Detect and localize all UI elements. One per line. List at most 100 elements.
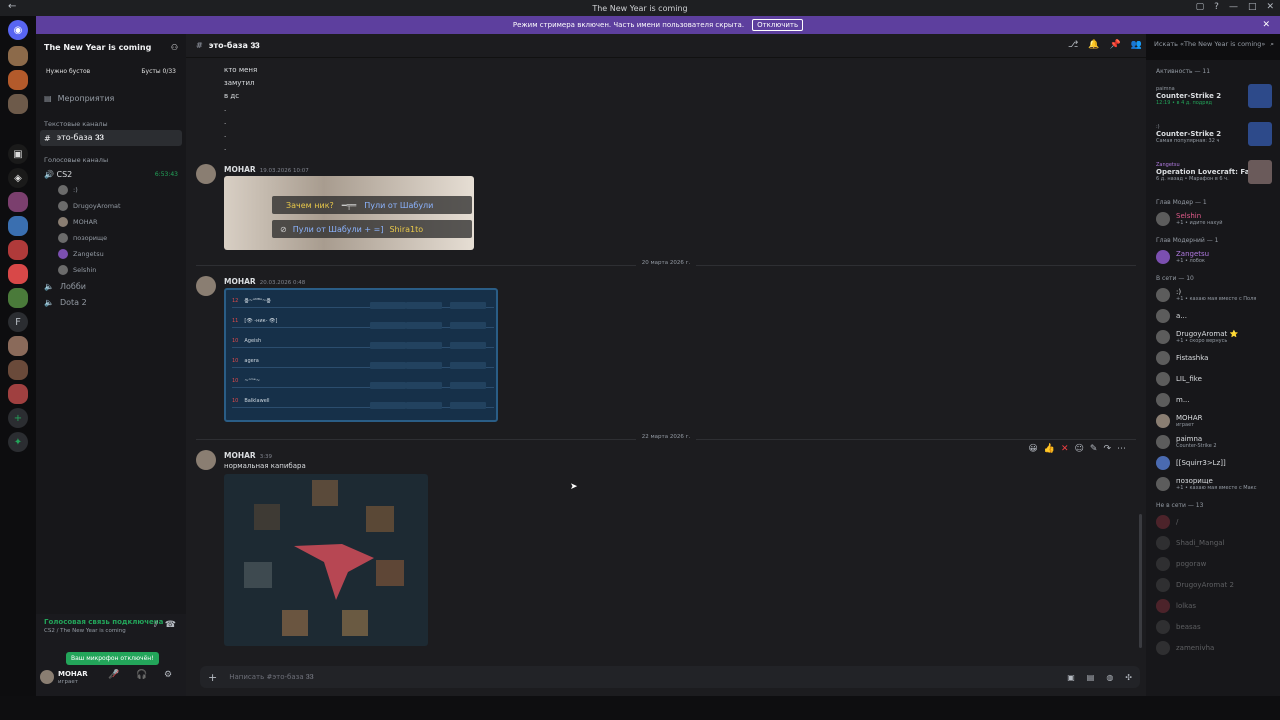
pin-icon[interactable]: 📌 (1110, 40, 1121, 50)
member-row[interactable]: LIL_fike (1146, 368, 1280, 389)
voice-user[interactable]: позорище (36, 230, 186, 246)
activity-card[interactable]: :) Counter-Strike 2 Самая популярная: 32… (1146, 115, 1280, 153)
radar-chart-image (244, 480, 404, 636)
voice-user[interactable]: Selshin (36, 262, 186, 278)
member-name: paimna (1176, 434, 1203, 443)
voice-status[interactable]: Голосовая связь подключена (44, 618, 163, 626)
server-icon[interactable] (8, 336, 28, 356)
thumbs-up-icon[interactable]: 👍 (1044, 444, 1055, 454)
discord-home-icon[interactable]: ◉ (8, 20, 28, 40)
server-icon[interactable] (8, 70, 28, 90)
member-row[interactable]: beasas (1146, 616, 1280, 637)
server-icon[interactable] (8, 216, 28, 236)
activity-meta: 12:19 • в 4 д. подряд (1156, 100, 1212, 106)
voice-user[interactable]: MOHAR (36, 214, 186, 230)
explore-icon[interactable]: ✦ (8, 432, 28, 452)
member-row[interactable]: m... (1146, 389, 1280, 410)
member-row[interactable]: Selshin +1 • идите нахуй (1146, 208, 1280, 229)
add-server-icon[interactable]: + (8, 408, 28, 428)
add-attachment-icon[interactable]: + (208, 671, 217, 684)
message-composer[interactable]: + Написать #это-база 𝟑𝟑 ▣ ▤ ◍ ✣ (200, 666, 1140, 688)
author-name[interactable]: MOHAR (224, 165, 256, 174)
inbox-icon[interactable]: ▢ (1196, 2, 1205, 12)
member-row[interactable]: a... (1146, 305, 1280, 326)
avatar[interactable] (40, 670, 54, 684)
close-banner-icon[interactable]: ✕ (1262, 20, 1270, 30)
activity-card[interactable]: paimna Counter-Strike 2 12:19 • в 4 д. п… (1146, 77, 1280, 115)
edit-icon[interactable]: ✎ (1090, 444, 1098, 454)
member-row[interactable]: DrugoyAromat 2 (1146, 574, 1280, 595)
server-icon[interactable] (8, 46, 28, 66)
server-icon[interactable] (8, 240, 28, 260)
maximize-icon[interactable]: □ (1248, 2, 1257, 12)
server-icon[interactable]: F (8, 312, 28, 332)
text-category[interactable]: Текстовые каналы (36, 114, 186, 130)
attachment-image[interactable] (224, 474, 428, 646)
avatar[interactable] (196, 276, 216, 296)
server-icon[interactable] (8, 360, 28, 380)
server-icon[interactable] (8, 94, 28, 114)
member-row[interactable]: DrugoyAromat ⭐ +1 • скоро вернусь (1146, 326, 1280, 347)
server-icon[interactable] (8, 288, 28, 308)
member-row[interactable]: paimna Counter-Strike 2 (1146, 431, 1280, 452)
member-row[interactable]: [[Squirr3>Lz]] (1146, 452, 1280, 473)
author-name[interactable]: MOHAR (224, 277, 256, 286)
search-input[interactable]: Искать «The New Year is coming» ⌕ (1154, 40, 1274, 54)
member-row[interactable]: Zangetsu +1 • лобок (1146, 246, 1280, 267)
noise-icon[interactable]: ⫽ (154, 620, 158, 630)
channel-active[interactable]: # это-база 𝟑𝟑 (40, 130, 182, 146)
add-reaction-icon[interactable]: ☺ (1075, 444, 1084, 454)
emoji-reaction-icon[interactable]: 😀 (1028, 444, 1037, 454)
activity-card[interactable]: Zangetsu Operation Lovecraft: Falle... 6… (1146, 153, 1280, 191)
server-icon[interactable] (8, 192, 28, 212)
avatar[interactable] (196, 450, 216, 470)
voice-channel-dota[interactable]: 🔈 Dota 2 (36, 294, 186, 310)
voice-channel-cs2[interactable]: 🔊 CS2 6:53:43 (36, 166, 186, 182)
server-icon[interactable]: ◈ (8, 168, 28, 188)
avatar[interactable] (196, 164, 216, 184)
mic-muted-icon[interactable]: 🎤̸ (108, 670, 119, 680)
add-member-icon[interactable]: ⚇ (171, 43, 178, 52)
boost-bar[interactable]: Нужно бустов Бусты 0/33 (42, 64, 180, 78)
member-row[interactable]: / (1146, 511, 1280, 532)
server-header[interactable]: The New Year is coming ⚇ (36, 34, 186, 60)
attachment-image[interactable]: 12 ꙮ~ᴬᴹᴮᴬ~ꙮ 11 [👁 -ник- 👁] 10 Ageish 10 ager… (224, 288, 498, 422)
events-item[interactable]: ▤ Мероприятия (36, 90, 186, 106)
author-name[interactable]: MOHAR (224, 451, 256, 460)
disconnect-icon[interactable]: ☎ (165, 620, 176, 630)
member-row[interactable]: Shadi_Mangal (1146, 532, 1280, 553)
member-row[interactable]: pogoraw (1146, 553, 1280, 574)
cross-icon[interactable]: ✕ (1061, 444, 1069, 454)
help-icon[interactable]: ? (1214, 2, 1219, 12)
more-icon[interactable]: ⋯ (1117, 444, 1126, 454)
members-icon[interactable]: 👥 (1131, 40, 1142, 50)
member-row[interactable]: MOHAR играет (1146, 410, 1280, 431)
member-row[interactable]: lolkas (1146, 595, 1280, 616)
gift-icon[interactable]: ▣ (1067, 673, 1075, 682)
member-row[interactable]: zamenivha (1146, 637, 1280, 658)
member-row[interactable]: Fistashka (1146, 347, 1280, 368)
sticker-icon[interactable]: ◍ (1106, 673, 1113, 682)
server-icon[interactable]: ▣ (8, 144, 28, 164)
minimize-icon[interactable]: — (1229, 2, 1238, 12)
voice-user[interactable]: Zangetsu (36, 246, 186, 262)
disable-streamer-button[interactable]: Отключить (752, 19, 804, 31)
bell-icon[interactable]: 🔔 (1088, 40, 1099, 50)
server-icon[interactable] (8, 384, 28, 404)
voice-category[interactable]: Голосовые каналы (36, 150, 186, 166)
voice-user[interactable]: :) (36, 182, 186, 198)
gif-icon[interactable]: ▤ (1087, 673, 1095, 682)
attachment-image[interactable]: Зачем ник? ━╤═ Пули от Шабули ⊘ Пули от … (224, 176, 474, 250)
forward-icon[interactable]: ↷ (1103, 444, 1111, 454)
member-row[interactable]: позорище +1 • кахаю мая вместе с Макс (1146, 473, 1280, 494)
scrollbar[interactable] (1139, 514, 1142, 648)
apps-icon[interactable]: ✣ (1125, 673, 1132, 682)
voice-user[interactable]: DrugoyAromat (36, 198, 186, 214)
threads-icon[interactable]: ⎇ (1068, 40, 1078, 50)
close-window-icon[interactable]: ✕ (1266, 2, 1274, 12)
settings-icon[interactable]: ⚙ (164, 670, 172, 680)
server-icon[interactable] (8, 264, 28, 284)
voice-channel-lobby[interactable]: 🔈 Лобби (36, 278, 186, 294)
headphones-icon[interactable]: 🎧 (136, 670, 147, 680)
member-row[interactable]: :) +1 • кахаю мая вместе с Поля (1146, 284, 1280, 305)
